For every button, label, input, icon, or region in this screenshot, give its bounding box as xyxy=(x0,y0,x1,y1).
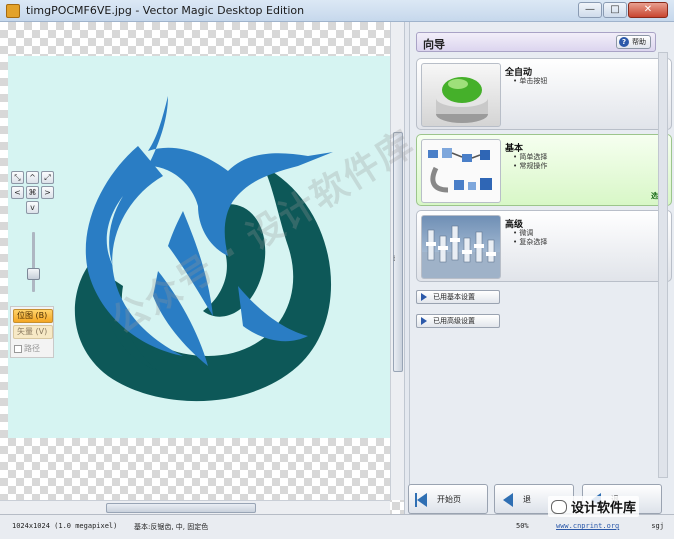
mode-card-advanced[interactable]: 高级 微调 复杂选择 xyxy=(416,210,672,282)
vector-view-button[interactable]: 矢量 (V) xyxy=(13,325,53,339)
auto-button-image xyxy=(421,63,501,127)
view-mode-panel: 位图 (B) 矢量 (V) 路径 xyxy=(10,306,54,358)
window-title: timgPOCMF6VE.jpg - Vector Magic Desktop … xyxy=(26,4,305,17)
status-bar: 1024x1024 (1.0 megapixel) 基本:反锯齿, 中, 固定色… xyxy=(0,514,674,539)
app-icon xyxy=(6,4,20,18)
brand-watermark: 设计软件库 xyxy=(548,496,640,517)
segmentation-mode: 基本:反锯齿, 中, 固定色 xyxy=(134,523,209,531)
wechat-icon xyxy=(551,499,567,514)
list-item: 单击按钮 xyxy=(513,77,547,86)
bitmap-view-button[interactable]: 位图 (B) xyxy=(13,309,53,323)
play-icon xyxy=(421,317,427,325)
list-item: 微调 xyxy=(513,229,547,238)
window-controls: — □ ✕ xyxy=(578,2,668,18)
mode-auto-bullets: 单击按钮 xyxy=(513,77,547,86)
splitter-grip-icon[interactable]: ⁞ xyxy=(393,254,396,263)
zoom-slider-track[interactable] xyxy=(32,232,35,292)
fit-br-icon[interactable]: ⤡ xyxy=(11,171,24,184)
center-icon[interactable]: ⌘ xyxy=(26,186,39,199)
back-label: 退 xyxy=(523,495,531,504)
used-basic-settings-button[interactable]: 已用基本设置 xyxy=(416,290,500,304)
website-link[interactable]: www.cnprint.org xyxy=(556,522,619,530)
pan-left-button[interactable]: < xyxy=(11,186,24,199)
basic-flow-image xyxy=(421,139,501,203)
canvas-horizontal-scroll-thumb[interactable] xyxy=(106,503,256,513)
marlin-logo-image xyxy=(74,96,333,402)
canvas-vertical-scroll-thumb[interactable] xyxy=(393,132,403,372)
first-page-icon xyxy=(415,493,427,507)
pan-right-button[interactable]: > xyxy=(41,186,54,199)
pan-up-button[interactable]: ^ xyxy=(26,171,39,184)
back-arrow-icon xyxy=(503,493,513,507)
list-item: 常规操作 xyxy=(513,162,547,171)
status-tag: sgj xyxy=(651,522,664,530)
help-label: 帮助 xyxy=(632,38,646,46)
mode-card-auto[interactable]: 全自动 单击按钮 xyxy=(416,58,672,130)
wizard-header: 向导 ? 帮助 xyxy=(416,32,656,52)
canvas-horizontal-scrollbar[interactable] xyxy=(0,500,390,514)
mode-advanced-bullets: 微调 复杂选择 xyxy=(513,229,547,247)
wizard-title: 向导 xyxy=(423,38,445,51)
outline-checkbox[interactable] xyxy=(14,344,22,353)
mode-card-basic[interactable]: 基本 简单选择 常规操作 选择 xyxy=(416,134,672,206)
outline-label: 路径 xyxy=(24,344,40,353)
outline-toggle[interactable]: 路径 xyxy=(14,343,40,354)
maximize-button[interactable]: □ xyxy=(603,2,627,18)
mode-basic-bullets: 简单选择 常规操作 xyxy=(513,153,547,171)
zoom-slider-thumb[interactable] xyxy=(27,268,40,280)
brand-watermark-text: 设计软件库 xyxy=(571,501,637,516)
home-label: 开始页 xyxy=(437,495,461,504)
wizard-scrollbar[interactable] xyxy=(658,52,668,478)
image-dimensions: 1024x1024 (1.0 megapixel) xyxy=(12,522,118,530)
used-advanced-settings-button[interactable]: 已用高级设置 xyxy=(416,314,500,328)
list-item: 简单选择 xyxy=(513,153,547,162)
help-button[interactable]: ? 帮助 xyxy=(616,35,651,49)
close-button[interactable]: ✕ xyxy=(628,2,668,18)
used-basic-settings-label: 已用基本设置 xyxy=(433,293,475,301)
advanced-mixer-image xyxy=(421,215,501,279)
title-bar: timgPOCMF6VE.jpg - Vector Magic Desktop … xyxy=(0,0,674,22)
list-item: 复杂选择 xyxy=(513,238,547,247)
help-icon: ? xyxy=(619,37,629,47)
wizard-panel: 向导 ? 帮助 全自动 单击按钮 xyxy=(410,22,674,514)
fit-tl-icon[interactable]: ⤢ xyxy=(41,171,54,184)
zoom-level: 50% xyxy=(516,522,529,530)
play-icon xyxy=(421,293,427,301)
minimize-button[interactable]: — xyxy=(578,2,602,18)
used-advanced-settings-label: 已用高级设置 xyxy=(433,317,475,325)
home-button[interactable]: 开始页 xyxy=(408,484,488,514)
pan-down-button[interactable]: v xyxy=(26,201,39,214)
